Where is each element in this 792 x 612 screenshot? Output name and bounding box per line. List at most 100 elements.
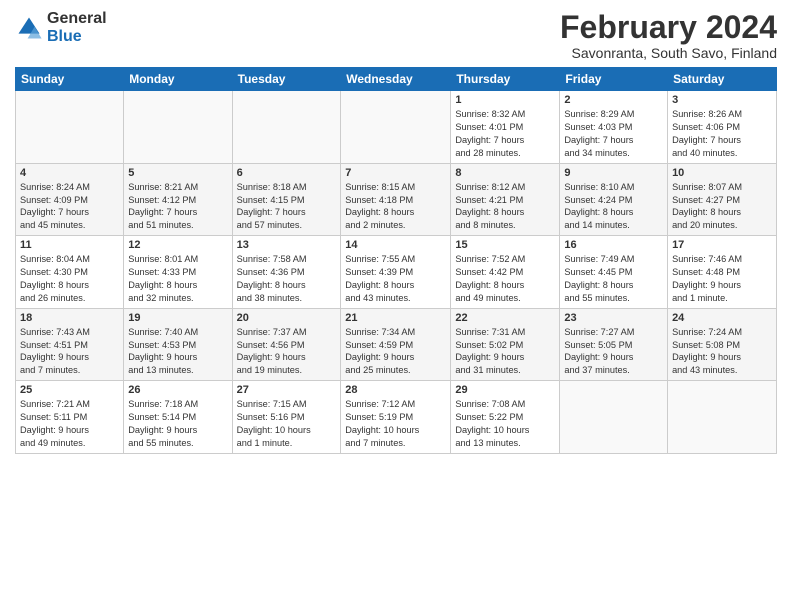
calendar-cell: 23Sunrise: 7:27 AM Sunset: 5:05 PM Dayli… <box>560 308 668 381</box>
day-number: 13 <box>237 239 337 251</box>
day-number: 2 <box>564 94 663 106</box>
day-info: Sunrise: 8:15 AM Sunset: 4:18 PM Dayligh… <box>345 181 446 233</box>
header-wednesday: Wednesday <box>341 68 451 91</box>
week-row-5: 25 Sunrise: 7:21 AM Sunset: 5:11 PM Dayli… <box>16 381 777 454</box>
calendar-cell: 2 Sunrise: 8:29 AM Sunset: 4:03 PM Daylig… <box>560 91 668 164</box>
day-number: 9 <box>564 167 663 179</box>
day-number: 3 <box>672 94 772 106</box>
calendar-cell: 8 Sunrise: 8:12 AM Sunset: 4:21 PM Daylig… <box>451 163 560 236</box>
logo-general: General <box>47 10 107 28</box>
day-info: Sunrise: 7:52 AM Sunset: 4:42 PM Dayligh… <box>455 253 555 305</box>
day-number: 4 <box>20 167 119 179</box>
day-number: 17 <box>672 239 772 251</box>
day-info: Sunrise: 8:10 AM Sunset: 4:24 PM Dayligh… <box>564 181 663 233</box>
day-info: Sunrise: 7:49 AM Sunset: 4:45 PM Dayligh… <box>564 253 663 305</box>
header-friday: Friday <box>560 68 668 91</box>
day-info: Sunrise: 8:32 AM Sunset: 4:01 PM Dayligh… <box>455 108 555 160</box>
week-row-1: 1 Sunrise: 8:32 AM Sunset: 4:01 PM Daylig… <box>16 91 777 164</box>
header-saturday: Saturday <box>668 68 777 91</box>
day-number: 28 <box>345 384 446 396</box>
calendar-cell: 17 Sunrise: 7:46 AM Sunset: 4:48 PM Dayli… <box>668 236 777 309</box>
calendar-cell: 11 Sunrise: 8:04 AM Sunset: 4:30 PM Dayli… <box>16 236 124 309</box>
day-number: 26 <box>128 384 227 396</box>
calendar-cell: 27Sunrise: 7:15 AM Sunset: 5:16 PM Dayli… <box>232 381 341 454</box>
calendar-cell: 20Sunrise: 7:37 AM Sunset: 4:56 PM Dayli… <box>232 308 341 381</box>
calendar-cell: 13 Sunrise: 7:58 AM Sunset: 4:36 PM Dayli… <box>232 236 341 309</box>
header: General Blue February 2024 Savonranta, S… <box>15 10 777 61</box>
day-info: Sunrise: 7:21 AM Sunset: 5:11 PM Dayligh… <box>20 398 119 450</box>
header-tuesday: Tuesday <box>232 68 341 91</box>
calendar-cell: 6 Sunrise: 8:18 AM Sunset: 4:15 PM Daylig… <box>232 163 341 236</box>
day-number: 24 <box>672 312 772 324</box>
day-info: Sunrise: 8:01 AM Sunset: 4:33 PM Dayligh… <box>128 253 227 305</box>
calendar-cell: 18 Sunrise: 7:43 AM Sunset: 4:51 PM Dayli… <box>16 308 124 381</box>
day-info: Sunrise: 7:34 AM Sunset: 4:59 PM Dayligh… <box>345 326 446 378</box>
day-info: Sunrise: 7:58 AM Sunset: 4:36 PM Dayligh… <box>237 253 337 305</box>
day-number: 20 <box>237 312 337 324</box>
day-number: 19 <box>128 312 227 324</box>
logo-text: General Blue <box>47 10 107 45</box>
calendar-cell: 7 Sunrise: 8:15 AM Sunset: 4:18 PM Daylig… <box>341 163 451 236</box>
day-info: Sunrise: 8:07 AM Sunset: 4:27 PM Dayligh… <box>672 181 772 233</box>
day-number: 14 <box>345 239 446 251</box>
day-number: 12 <box>128 239 227 251</box>
day-info: Sunrise: 8:18 AM Sunset: 4:15 PM Dayligh… <box>237 181 337 233</box>
day-number: 7 <box>345 167 446 179</box>
day-number: 29 <box>455 384 555 396</box>
day-number: 22 <box>455 312 555 324</box>
page: General Blue February 2024 Savonranta, S… <box>0 0 792 612</box>
calendar-cell: 12 Sunrise: 8:01 AM Sunset: 4:33 PM Dayli… <box>124 236 232 309</box>
calendar-cell: 5 Sunrise: 8:21 AM Sunset: 4:12 PM Daylig… <box>124 163 232 236</box>
day-number: 21 <box>345 312 446 324</box>
day-info: Sunrise: 7:55 AM Sunset: 4:39 PM Dayligh… <box>345 253 446 305</box>
day-info: Sunrise: 7:31 AM Sunset: 5:02 PM Dayligh… <box>455 326 555 378</box>
day-number: 5 <box>128 167 227 179</box>
day-info: Sunrise: 8:21 AM Sunset: 4:12 PM Dayligh… <box>128 181 227 233</box>
calendar-cell <box>668 381 777 454</box>
day-number: 15 <box>455 239 555 251</box>
calendar-cell: 25 Sunrise: 7:21 AM Sunset: 5:11 PM Dayli… <box>16 381 124 454</box>
calendar-cell: 4 Sunrise: 8:24 AM Sunset: 4:09 PM Daylig… <box>16 163 124 236</box>
day-info: Sunrise: 8:12 AM Sunset: 4:21 PM Dayligh… <box>455 181 555 233</box>
calendar-cell: 26Sunrise: 7:18 AM Sunset: 5:14 PM Dayli… <box>124 381 232 454</box>
header-monday: Monday <box>124 68 232 91</box>
calendar-cell <box>232 91 341 164</box>
day-number: 1 <box>455 94 555 106</box>
calendar-cell <box>124 91 232 164</box>
month-title: February 2024 <box>560 10 777 45</box>
week-row-4: 18 Sunrise: 7:43 AM Sunset: 4:51 PM Dayli… <box>16 308 777 381</box>
day-info: Sunrise: 8:04 AM Sunset: 4:30 PM Dayligh… <box>20 253 119 305</box>
day-number: 16 <box>564 239 663 251</box>
day-number: 18 <box>20 312 119 324</box>
calendar-cell <box>560 381 668 454</box>
day-number: 6 <box>237 167 337 179</box>
day-info: Sunrise: 8:29 AM Sunset: 4:03 PM Dayligh… <box>564 108 663 160</box>
calendar-cell: 15 Sunrise: 7:52 AM Sunset: 4:42 PM Dayli… <box>451 236 560 309</box>
day-info: Sunrise: 7:12 AM Sunset: 5:19 PM Dayligh… <box>345 398 446 450</box>
day-number: 25 <box>20 384 119 396</box>
calendar-cell: 14 Sunrise: 7:55 AM Sunset: 4:39 PM Dayli… <box>341 236 451 309</box>
calendar-cell: 16 Sunrise: 7:49 AM Sunset: 4:45 PM Dayli… <box>560 236 668 309</box>
calendar-cell: 24Sunrise: 7:24 AM Sunset: 5:08 PM Dayli… <box>668 308 777 381</box>
calendar-cell: 3Sunrise: 8:26 AM Sunset: 4:06 PM Daylig… <box>668 91 777 164</box>
calendar-cell: 19Sunrise: 7:40 AM Sunset: 4:53 PM Dayli… <box>124 308 232 381</box>
calendar-cell: 22 Sunrise: 7:31 AM Sunset: 5:02 PM Dayli… <box>451 308 560 381</box>
logo-blue: Blue <box>47 28 107 46</box>
calendar-cell <box>341 91 451 164</box>
calendar-cell <box>16 91 124 164</box>
calendar-cell: 28 Sunrise: 7:12 AM Sunset: 5:19 PM Dayli… <box>341 381 451 454</box>
calendar-cell: 10Sunrise: 8:07 AM Sunset: 4:27 PM Dayli… <box>668 163 777 236</box>
day-info: Sunrise: 7:46 AM Sunset: 4:48 PM Dayligh… <box>672 253 772 305</box>
day-number: 8 <box>455 167 555 179</box>
header-sunday: Sunday <box>16 68 124 91</box>
day-info: Sunrise: 7:43 AM Sunset: 4:51 PM Dayligh… <box>20 326 119 378</box>
calendar-cell: 9 Sunrise: 8:10 AM Sunset: 4:24 PM Daylig… <box>560 163 668 236</box>
calendar-cell: 29Sunrise: 7:08 AM Sunset: 5:22 PM Dayli… <box>451 381 560 454</box>
week-row-2: 4 Sunrise: 8:24 AM Sunset: 4:09 PM Daylig… <box>16 163 777 236</box>
day-number: 11 <box>20 239 119 251</box>
calendar-cell: 1 Sunrise: 8:32 AM Sunset: 4:01 PM Daylig… <box>451 91 560 164</box>
location-subtitle: Savonranta, South Savo, Finland <box>560 45 777 61</box>
week-row-3: 11 Sunrise: 8:04 AM Sunset: 4:30 PM Dayli… <box>16 236 777 309</box>
calendar-cell: 21 Sunrise: 7:34 AM Sunset: 4:59 PM Dayli… <box>341 308 451 381</box>
day-info: Sunrise: 8:24 AM Sunset: 4:09 PM Dayligh… <box>20 181 119 233</box>
